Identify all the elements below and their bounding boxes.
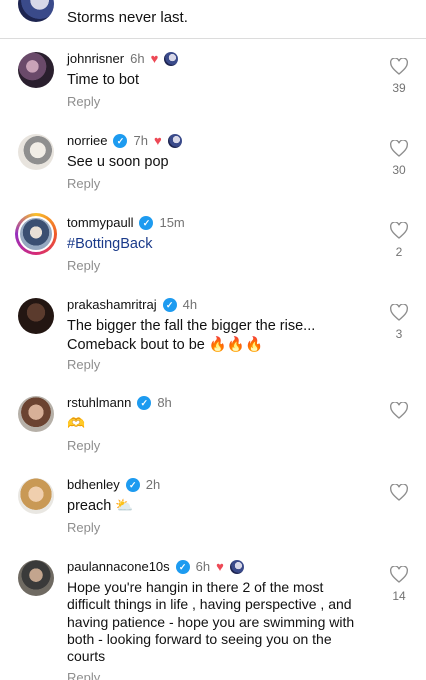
red-heart-icon: ♥ — [216, 559, 224, 574]
avatar[interactable] — [18, 396, 54, 432]
like-count: 2 — [395, 245, 403, 259]
username[interactable]: norriee — [67, 133, 107, 148]
comment-meta: bdhenley ✓ 2h — [67, 477, 160, 492]
creator-avatar-icon — [167, 133, 182, 148]
comment-meta: rstuhlmann ✓ 8h — [67, 395, 172, 410]
comment-text: The bigger the fall the bigger the rise.… — [67, 318, 316, 353]
timestamp: 2h — [145, 477, 161, 492]
avatar[interactable] — [18, 134, 54, 170]
heart-outline-icon — [390, 58, 408, 75]
avatar[interactable] — [18, 298, 54, 334]
username[interactable]: paulannacone10s — [67, 559, 170, 574]
avatar[interactable] — [18, 560, 54, 596]
comment-text: Hope you're hangin in there 2 of the mos… — [67, 579, 355, 665]
heart-outline-icon — [390, 402, 408, 419]
hashtag-link[interactable]: #BottingBack — [67, 235, 367, 254]
timestamp: 6h — [195, 559, 211, 574]
comment-meta: johnrisner 6h ♥ — [67, 51, 179, 66]
reply-button[interactable]: Reply — [67, 176, 100, 191]
comment-meta: paulannacone10s ✓ 6h ♥ — [67, 559, 244, 574]
creator-avatar-icon — [229, 559, 244, 574]
reply-button[interactable]: Reply — [67, 258, 100, 273]
username[interactable]: bdhenley — [67, 477, 120, 492]
like-button[interactable]: 30 — [388, 140, 410, 177]
like-count: 14 — [392, 589, 406, 603]
like-count: 30 — [392, 163, 406, 177]
avatar[interactable] — [18, 478, 54, 514]
red-heart-icon: ♥ — [153, 133, 162, 148]
heart-outline-icon — [390, 484, 408, 501]
comment-text: Storms never last. — [67, 9, 188, 26]
comment-meta: tommypaull ✓ 15m — [67, 215, 185, 230]
like-button[interactable]: 3 — [388, 304, 410, 341]
heart-outline-icon — [390, 304, 408, 321]
like-button[interactable] — [388, 484, 410, 501]
red-heart-icon: ♥ — [150, 51, 159, 66]
like-button[interactable] — [388, 402, 410, 419]
timestamp: 4h — [182, 297, 198, 312]
avatar — [18, 216, 54, 252]
like-button[interactable]: 2 — [388, 222, 410, 259]
comment-meta: prakashamritraj ✓ 4h — [67, 297, 197, 312]
comment-text: preach ⛅ — [67, 498, 134, 514]
reply-button[interactable]: Reply — [67, 94, 100, 109]
avatar[interactable] — [18, 0, 54, 22]
timestamp: 8h — [157, 395, 172, 410]
reply-button[interactable]: Reply — [67, 670, 100, 680]
reply-button[interactable]: Reply — [67, 357, 100, 372]
like-count: 39 — [392, 81, 406, 95]
reply-button[interactable]: Reply — [67, 438, 100, 453]
avatar[interactable] — [18, 52, 54, 88]
username[interactable]: prakashamritraj — [67, 297, 157, 312]
timestamp: 6h — [130, 51, 145, 66]
divider — [0, 38, 426, 39]
comment-text: See u soon pop — [67, 154, 169, 170]
verified-badge-icon: ✓ — [175, 559, 190, 574]
creator-avatar-icon — [164, 51, 179, 66]
comment-text: Time to bot — [67, 72, 139, 88]
username[interactable]: johnrisner — [67, 51, 124, 66]
timestamp: 7h — [133, 133, 148, 148]
reply-button[interactable]: Reply — [67, 520, 100, 535]
heart-outline-icon — [390, 140, 408, 157]
previous-comment: Storms never last. — [0, 0, 426, 34]
heart-outline-icon — [390, 566, 408, 583]
verified-badge-icon: ✓ — [113, 133, 128, 148]
username[interactable]: rstuhlmann — [67, 395, 131, 410]
comment-text: 🫶 — [67, 416, 86, 432]
verified-badge-icon: ✓ — [137, 395, 152, 410]
comment-meta: norriee ✓ 7h ♥ — [67, 133, 182, 148]
verified-badge-icon: ✓ — [139, 215, 154, 230]
like-button[interactable]: 39 — [388, 58, 410, 95]
verified-badge-icon: ✓ — [125, 477, 140, 492]
timestamp: 15m — [159, 215, 185, 230]
username[interactable]: tommypaull — [67, 215, 133, 230]
verified-badge-icon: ✓ — [162, 297, 177, 312]
heart-outline-icon — [390, 222, 408, 239]
avatar-story-ring[interactable] — [15, 213, 57, 255]
like-count: 3 — [395, 327, 403, 341]
like-button[interactable]: 14 — [388, 566, 410, 603]
